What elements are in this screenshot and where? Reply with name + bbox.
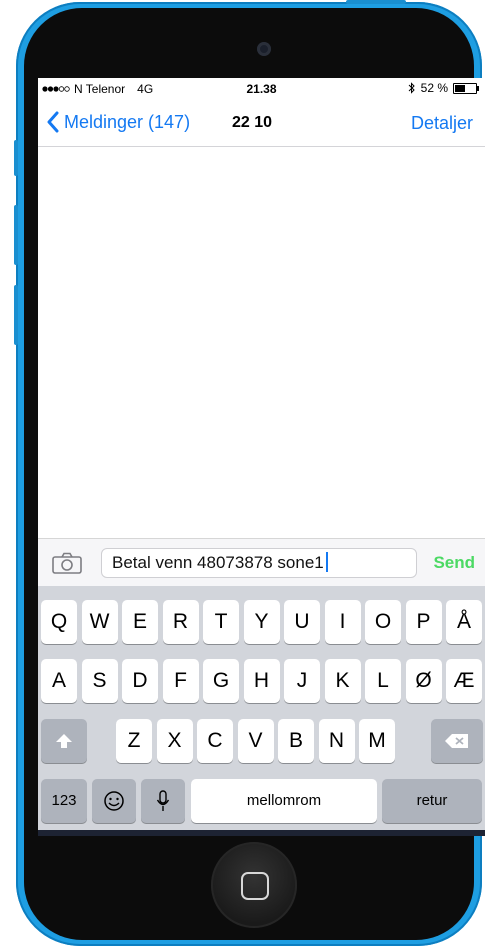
key-y[interactable]: Y [243, 600, 280, 644]
bottom-strip [38, 830, 485, 836]
key-l[interactable]: L [365, 659, 401, 703]
phone-screen: N Telenor 4G 21.38 52 % Meldinger (147) … [38, 78, 485, 836]
send-button[interactable]: Send [433, 553, 475, 573]
home-button-icon [241, 872, 269, 900]
message-input-bar: Betal venn 48073878 sone1 Send [38, 538, 485, 587]
return-key[interactable]: retur [382, 779, 482, 823]
key-x[interactable]: X [156, 719, 193, 763]
emoji-key[interactable] [92, 779, 136, 823]
key-s[interactable]: S [81, 659, 118, 703]
key-j[interactable]: J [284, 659, 320, 703]
key-d[interactable]: D [122, 659, 158, 703]
message-list[interactable] [38, 147, 485, 538]
key-ø[interactable]: Ø [405, 659, 442, 703]
text-cursor [325, 552, 328, 572]
delete-icon [445, 734, 468, 749]
mute-switch [14, 140, 18, 176]
key-o[interactable]: O [365, 600, 401, 644]
volume-up-button [14, 205, 18, 265]
battery-tip [477, 85, 479, 91]
key-i[interactable]: I [324, 600, 361, 644]
battery-icon [453, 82, 479, 94]
key-q[interactable]: Q [41, 600, 77, 644]
key-n[interactable]: N [318, 719, 355, 763]
key-r[interactable]: R [162, 600, 199, 644]
key-c[interactable]: C [197, 719, 233, 763]
status-right: 52 % [408, 81, 479, 95]
battery-percent: 52 % [420, 81, 448, 95]
camera-button[interactable] [52, 552, 82, 579]
key-w[interactable]: W [81, 600, 118, 644]
chevron-left-icon [47, 111, 59, 133]
dictation-key[interactable] [141, 779, 185, 823]
key-e[interactable]: E [122, 600, 158, 644]
status-bar: N Telenor 4G 21.38 52 % [38, 78, 485, 98]
message-input[interactable]: Betal venn 48073878 sone1 [101, 548, 417, 578]
delete-key[interactable] [431, 719, 483, 763]
key-a[interactable]: A [41, 659, 77, 703]
battery-fill [455, 84, 465, 92]
microphone-icon [156, 790, 170, 812]
space-key[interactable]: mellomrom [191, 779, 377, 823]
shift-icon [56, 734, 72, 749]
power-button [346, 0, 406, 4]
key-f[interactable]: F [162, 659, 199, 703]
key-b[interactable]: B [278, 719, 314, 763]
back-button-label: Meldinger (147) [64, 111, 191, 132]
front-camera [257, 42, 271, 56]
message-input-text: Betal venn 48073878 sone1 [112, 553, 324, 572]
key-m[interactable]: M [359, 719, 395, 763]
key-t[interactable]: T [203, 600, 239, 644]
shift-key[interactable] [41, 719, 87, 763]
volume-down-button [14, 285, 18, 345]
key-p[interactable]: P [405, 600, 442, 644]
camera-icon [52, 552, 82, 574]
key-u[interactable]: U [284, 600, 320, 644]
keyboard: 123 mellomrom retur QWERTYUIOPÅ ASDFGHJKL… [38, 586, 485, 836]
key-k[interactable]: K [324, 659, 361, 703]
key-g[interactable]: G [203, 659, 239, 703]
key-å[interactable]: Å [446, 600, 482, 644]
back-button[interactable]: Meldinger (147) [46, 111, 190, 133]
conversation-title: 22 10 [232, 114, 273, 131]
bluetooth-icon [408, 82, 415, 94]
key-h[interactable]: H [243, 659, 280, 703]
key-v[interactable]: V [237, 719, 274, 763]
key-æ[interactable]: Æ [446, 659, 482, 703]
navigation-bar: Meldinger (147) 22 10 Detaljer [38, 100, 485, 147]
details-button[interactable]: Detaljer [411, 113, 473, 134]
numbers-key[interactable]: 123 [41, 779, 87, 823]
emoji-icon [104, 791, 124, 812]
key-z[interactable]: Z [116, 719, 152, 763]
home-button[interactable] [211, 842, 297, 928]
